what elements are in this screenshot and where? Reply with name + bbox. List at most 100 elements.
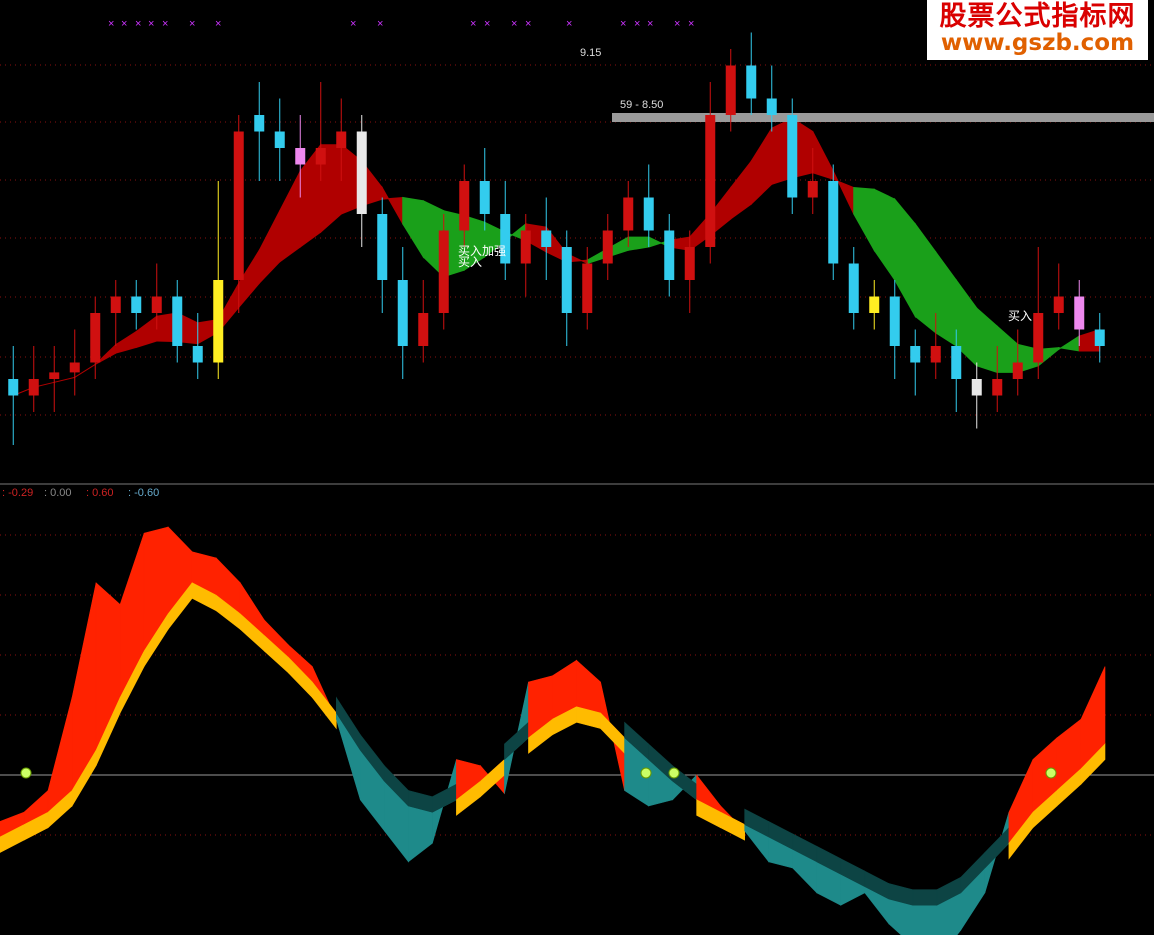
candle-body <box>336 131 347 148</box>
ribbon-segment <box>135 315 158 349</box>
ribbon-segment <box>873 188 896 282</box>
ribbon-segment <box>853 187 875 253</box>
osc-signal-band <box>600 712 625 755</box>
candle-body <box>233 131 244 280</box>
signal-x-marker: × <box>484 18 490 30</box>
candle-body <box>254 115 265 132</box>
signal-x-marker: × <box>215 18 221 30</box>
candle-body <box>1074 296 1085 330</box>
ribbon-segment <box>812 131 834 181</box>
ribbon-segment <box>750 126 773 206</box>
osc-signal-band <box>504 721 529 761</box>
signal-x-marker: × <box>377 18 383 30</box>
candle-body <box>684 247 695 280</box>
signal-x-marker: × <box>566 18 572 30</box>
candle-body <box>848 263 859 313</box>
candle-body <box>889 296 900 346</box>
candle-body <box>213 280 224 363</box>
candle-body <box>582 263 593 313</box>
apple-icon <box>668 767 680 779</box>
osc-signal-band <box>432 783 457 813</box>
signal-x-marker: × <box>688 18 694 30</box>
signal-x-marker: × <box>525 18 531 30</box>
candle-body <box>315 148 326 165</box>
candle-body <box>1033 313 1044 363</box>
candle-body <box>151 296 162 313</box>
signal-x-marker: × <box>511 18 517 30</box>
candle-body <box>1012 362 1023 379</box>
candle-body <box>1094 329 1105 346</box>
candle-body <box>930 346 941 363</box>
signal-x-marker: × <box>634 18 640 30</box>
osc-signal-band <box>480 758 505 798</box>
legend-value: : -0.29 <box>2 487 33 499</box>
signal-x-marker: × <box>620 18 626 30</box>
buy-label: 买入 <box>1008 309 1032 323</box>
candle-body <box>90 313 101 363</box>
candle-body <box>869 296 880 313</box>
candle-body <box>602 230 613 264</box>
stock-chart: 59 - 8.509.15× × × × × × × × × × × × × × × × × × ×买入加强买入买入… <box>0 18 1154 935</box>
osc-signal-band <box>912 889 938 906</box>
apple-icon <box>640 767 652 779</box>
candle-body <box>479 181 490 214</box>
candle-body <box>541 230 552 247</box>
ribbon-segment <box>935 250 957 347</box>
candle-body <box>377 214 388 280</box>
candle-body <box>418 313 429 346</box>
candle-body <box>623 197 634 231</box>
ribbon-segment <box>279 170 301 263</box>
apple-icon <box>20 767 32 779</box>
candle-body <box>172 296 183 346</box>
candle-body <box>49 372 60 379</box>
osc-signal-band <box>311 681 337 730</box>
candle-body <box>705 115 716 247</box>
signal-x-marker: × <box>674 18 680 30</box>
candle-body <box>766 98 777 115</box>
candle-body <box>110 296 121 313</box>
ribbon-segment <box>1058 335 1080 352</box>
candle-body <box>1053 296 1064 313</box>
osc-band <box>576 659 601 714</box>
candle-body <box>295 148 306 165</box>
candle-body <box>438 230 449 313</box>
candle-body <box>131 296 142 313</box>
watermark-title: 股票公式指标网 <box>939 1 1136 32</box>
candle-body <box>807 181 818 198</box>
candle-body <box>274 131 285 148</box>
candle-body <box>787 115 798 198</box>
resistance-bar <box>612 113 1154 122</box>
signal-x-marker: × <box>189 18 195 30</box>
signal-x-marker: × <box>135 18 141 30</box>
legend-value: : 0.60 <box>86 487 114 499</box>
high-label: 9.15 <box>580 47 601 59</box>
osc-band <box>912 904 938 935</box>
candle-body <box>951 346 962 379</box>
osc-signal-band <box>984 826 1010 869</box>
candle-body <box>971 379 982 396</box>
candle-body <box>992 379 1003 396</box>
signal-x-marker: × <box>470 18 476 30</box>
signal-x-marker: × <box>647 18 653 30</box>
candle-body <box>69 362 80 373</box>
candle-body <box>397 280 408 346</box>
ribbon-segment <box>730 159 752 220</box>
candle-body <box>356 131 367 214</box>
candle-body <box>459 181 470 231</box>
candle-body <box>8 379 19 396</box>
chart-stage: 59 - 8.50 9.15 × × × × × × × × × × × × × × × × × × × 买入加强 买入 买入… <box>0 0 1154 935</box>
legend-value: : -0.60 <box>128 487 159 499</box>
signal-x-marker: × <box>162 18 168 30</box>
signal-x-marker: × <box>350 18 356 30</box>
candle-body <box>643 197 654 231</box>
candle-body <box>192 346 203 363</box>
watermark-url: www.gszb.com <box>940 30 1135 57</box>
range-label: 59 - 8.50 <box>620 99 663 111</box>
legend-value: : 0.00 <box>44 487 72 499</box>
osc-signal-band <box>720 811 745 841</box>
signal-x-marker: × <box>148 18 154 30</box>
ribbon-segment <box>115 330 137 354</box>
candle-body <box>910 346 921 363</box>
ribbon-segment <box>627 236 650 251</box>
apple-icon <box>1045 767 1057 779</box>
